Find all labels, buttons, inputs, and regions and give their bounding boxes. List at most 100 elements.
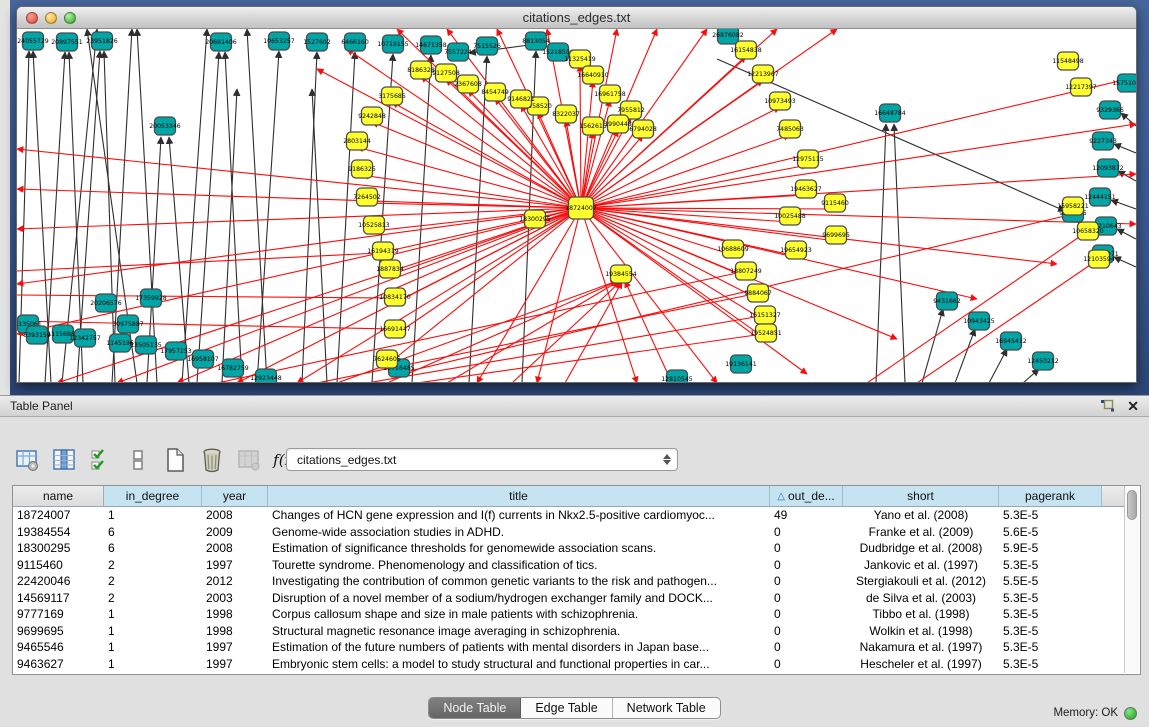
- table-select-dropdown[interactable]: citations_edges.txt: [286, 448, 678, 471]
- graph-node[interactable]: 8322037: [552, 105, 580, 123]
- table-cell[interactable]: Embryonic stem cells: a model to study s…: [268, 656, 770, 673]
- table-row[interactable]: 1830029562008Estimation of significance …: [13, 540, 1140, 557]
- column-header-year[interactable]: year: [202, 486, 268, 507]
- graph-node[interactable]: 10834170: [379, 288, 411, 306]
- table-cell[interactable]: 0: [770, 557, 843, 574]
- column-header-pagerank[interactable]: pagerank: [999, 486, 1102, 507]
- graph-node[interactable]: 20053346: [149, 117, 181, 135]
- table-cell[interactable]: 2009: [202, 524, 268, 541]
- graph-node[interactable]: 12810545: [661, 370, 693, 383]
- graph-node[interactable]: 12213967: [747, 65, 779, 83]
- table-cell[interactable]: de Silva et al. (2003): [843, 590, 999, 607]
- table-cell[interactable]: 0: [770, 524, 843, 541]
- graph-node[interactable]: 8454749: [481, 83, 509, 101]
- unselect-boxes-icon[interactable]: [125, 447, 151, 473]
- table-cell[interactable]: Disruption of a novel member of a sodium…: [268, 590, 770, 607]
- table-cell[interactable]: 22420046: [13, 573, 104, 590]
- column-header-short[interactable]: short: [843, 486, 999, 507]
- table-cell[interactable]: 5.3E-5: [999, 656, 1102, 673]
- graph-node[interactable]: 12450212: [1027, 352, 1059, 370]
- graph-node[interactable]: 16640910: [577, 66, 609, 84]
- graph-node[interactable]: 11548498: [1052, 52, 1084, 70]
- table-cell[interactable]: 5.6E-5: [999, 524, 1102, 541]
- graph-node[interactable]: 6794028: [629, 120, 657, 138]
- graph-node[interactable]: 7485063: [776, 120, 804, 138]
- table-cell[interactable]: Estimation of the future numbers of pati…: [268, 639, 770, 656]
- graph-node[interactable]: 8813054: [522, 32, 550, 50]
- table-cell[interactable]: 0: [770, 606, 843, 623]
- graph-node[interactable]: 12093872: [1092, 159, 1124, 177]
- table-cell[interactable]: 18724007: [13, 507, 104, 524]
- column-header-in_degree[interactable]: in_degree: [104, 486, 202, 507]
- table-cell[interactable]: 2: [104, 573, 202, 590]
- table-cell[interactable]: 5.5E-5: [999, 573, 1102, 590]
- graph-node[interactable]: 2803144: [343, 132, 371, 150]
- table-cell[interactable]: 9115460: [13, 557, 104, 574]
- table-cell[interactable]: 2: [104, 590, 202, 607]
- graph-node[interactable]: 16961758: [594, 85, 626, 103]
- graph-node[interactable]: 9699695: [822, 226, 850, 244]
- graph-node[interactable]: 6466160: [341, 33, 369, 51]
- graph-node[interactable]: 10719155: [377, 35, 409, 53]
- graph-node[interactable]: 7557224: [444, 43, 472, 61]
- table-cell[interactable]: Investigating the contribution of common…: [268, 573, 770, 590]
- graph-node[interactable]: 12444151: [1084, 188, 1116, 206]
- table-cell[interactable]: 1997: [202, 639, 268, 656]
- network-graph[interactable]: 2405572920897551239518262005334620691406…: [17, 29, 1136, 383]
- minimize-traffic-light-icon[interactable]: [45, 12, 57, 24]
- graph-node[interactable]: 9146821: [507, 90, 535, 108]
- table-cell[interactable]: 1: [104, 656, 202, 673]
- table-cell[interactable]: Changes of HCN gene expression and I(f) …: [268, 507, 770, 524]
- graph-node[interactable]: 20691406: [205, 33, 237, 51]
- table-cell[interactable]: 9465546: [13, 639, 104, 656]
- graph-node[interactable]: 10943425: [963, 312, 995, 330]
- graph-node[interactable]: 18807249: [730, 262, 762, 280]
- table-cell[interactable]: 1997: [202, 656, 268, 673]
- table-cell[interactable]: 9699695: [13, 623, 104, 640]
- table-row[interactable]: 946362711997Embryonic stem cells: a mode…: [13, 656, 1140, 673]
- table-cell[interactable]: 0: [770, 623, 843, 640]
- graph-node[interactable]: 16691447: [379, 320, 411, 338]
- graph-node[interactable]: 10973493: [764, 92, 796, 110]
- new-file-icon[interactable]: [162, 447, 188, 473]
- graph-node[interactable]: 7264502: [353, 188, 381, 206]
- graph-node[interactable]: 16958107: [187, 350, 219, 368]
- table-cell[interactable]: 19384554: [13, 524, 104, 541]
- graph-node[interactable]: 9115460: [821, 194, 849, 212]
- table-cell[interactable]: 0: [770, 590, 843, 607]
- graph-node[interactable]: 9227343: [1089, 132, 1117, 150]
- graph-node[interactable]: 12975115: [792, 150, 824, 168]
- graph-node[interactable]: 1562615: [579, 117, 607, 135]
- network-window-titlebar[interactable]: citations_edges.txt: [17, 7, 1136, 29]
- graph-node[interactable]: 3175685: [378, 87, 406, 105]
- close-icon[interactable]: ✕: [1127, 399, 1139, 413]
- graph-node[interactable]: 9242848: [358, 107, 386, 125]
- column-header-out_de[interactable]: △out_de...: [770, 486, 843, 507]
- graph-node[interactable]: 9431662: [933, 292, 961, 310]
- zoom-traffic-light-icon[interactable]: [64, 12, 76, 24]
- table-cell[interactable]: 1997: [202, 557, 268, 574]
- graph-node[interactable]: 16945412: [995, 332, 1027, 350]
- table-cell[interactable]: 5.3E-5: [999, 507, 1102, 524]
- table-cell[interactable]: Tibbo et al. (1998): [843, 606, 999, 623]
- table-cell[interactable]: 0: [770, 639, 843, 656]
- table-row[interactable]: 1938455462009Genome-wide association stu…: [13, 524, 1140, 541]
- table-cell[interactable]: 5.3E-5: [999, 639, 1102, 656]
- table-row[interactable]: 911546021997Tourette syndrome. Phenomeno…: [13, 557, 1140, 574]
- table-row[interactable]: 2242004622012Investigating the contribut…: [13, 573, 1140, 590]
- graph-hub-node[interactable]: 18724007: [565, 197, 597, 219]
- table-cell[interactable]: 2: [104, 557, 202, 574]
- table-cell[interactable]: 1: [104, 639, 202, 656]
- table-cell[interactable]: 1: [104, 606, 202, 623]
- column-header-title[interactable]: title: [268, 486, 770, 507]
- graph-node[interactable]: 10525813: [358, 216, 390, 234]
- column-header-name[interactable]: name: [13, 486, 104, 507]
- table-cell[interactable]: 1998: [202, 606, 268, 623]
- table-cell[interactable]: Wolkin et al. (1998): [843, 623, 999, 640]
- graph-node[interactable]: 10653257: [263, 32, 295, 50]
- graph-node[interactable]: 1990448: [604, 115, 632, 133]
- table-cell[interactable]: Nakamura et al. (1997): [843, 639, 999, 656]
- table-cell[interactable]: 0: [770, 540, 843, 557]
- table-cell[interactable]: 6: [104, 540, 202, 557]
- graph-node[interactable]: 20897551: [51, 33, 83, 51]
